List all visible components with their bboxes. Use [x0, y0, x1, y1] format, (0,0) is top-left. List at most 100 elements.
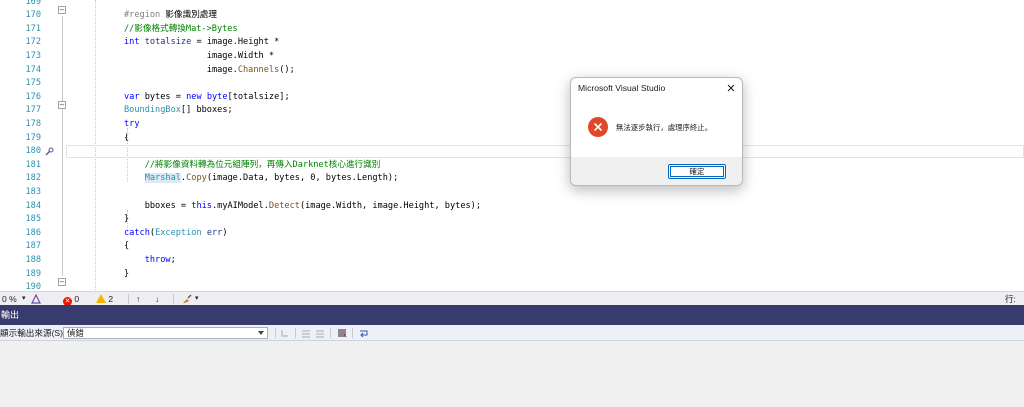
output-text-area[interactable]: [0, 341, 1024, 407]
line-number: 190: [25, 282, 41, 291]
line-number: 189: [25, 268, 41, 279]
code-token: BoundingBox: [124, 105, 181, 116]
line-number: 182: [25, 173, 41, 184]
code-line[interactable]: 170 #region 影像識別處理: [0, 9, 1024, 23]
line-number: 188: [25, 254, 41, 265]
outline-rail-region: [62, 16, 63, 276]
line-number: 172: [25, 37, 41, 48]
quick-action-icon[interactable]: [44, 147, 54, 157]
code-line[interactable]: 190: [0, 281, 1024, 291]
code-token: Channels: [237, 64, 280, 75]
code-token: #region: [124, 10, 166, 21]
code-line[interactable]: 189}: [0, 268, 1024, 282]
line-number: 171: [25, 23, 41, 34]
code-line[interactable]: 177 BoundingBox[] bboxes;: [0, 104, 1024, 118]
zoom-dropdown-icon[interactable]: ▾: [22, 293, 26, 305]
code-text: image.Channels();: [124, 64, 295, 78]
previous-issue-arrow-icon[interactable]: ↑: [136, 293, 140, 305]
line-number: 175: [25, 78, 41, 89]
code-token: .myAIModel.: [211, 200, 269, 211]
output-panel-title: 輸出: [1, 310, 20, 320]
code-line[interactable]: 173 image.Width *: [0, 50, 1024, 64]
code-token: (image.Width, image.Height, bytes);: [299, 200, 482, 211]
code-line[interactable]: 172 int totalsize = image.Height *: [0, 36, 1024, 50]
code-text: //影像格式轉換Mat->Bytes: [124, 23, 238, 37]
code-line[interactable]: 188 throw;: [0, 254, 1024, 268]
next-message-icon[interactable]: [315, 328, 325, 338]
code-token: }: [124, 268, 130, 279]
editor-status-bar: 0 % ▾ ✕ 0 2 ↑ ↓ ▾ 行: 18: [0, 291, 1024, 316]
code-line[interactable]: 169: [0, 0, 1024, 9]
code-token: byte: [206, 91, 228, 102]
line-number: 169: [25, 0, 41, 7]
toolbar-separator: [295, 328, 296, 338]
code-token: new: [186, 91, 202, 102]
toolbar-separator: [352, 328, 353, 338]
code-text: int totalsize = image.Height *: [124, 36, 279, 50]
zoom-level[interactable]: 0 %: [2, 293, 17, 305]
code-line[interactable]: 181 //將影像資料轉為位元組陣列，再傳入Darknet核心進行識別: [0, 159, 1024, 173]
code-token: ();: [279, 64, 295, 75]
code-token: totalsize: [144, 37, 192, 48]
code-line[interactable]: 179{: [0, 132, 1024, 146]
status-separator: [128, 294, 129, 304]
code-line[interactable]: 174 image.Channels();: [0, 64, 1024, 78]
previous-message-icon[interactable]: [301, 328, 311, 338]
code-line[interactable]: 185}: [0, 213, 1024, 227]
collapse-region2-toggle[interactable]: −: [58, 278, 66, 286]
warning-count[interactable]: 2: [96, 293, 113, 305]
warning-count-value: 2: [108, 294, 114, 304]
code-token: [] bboxes;: [180, 105, 233, 116]
ok-button[interactable]: 確定: [668, 164, 726, 179]
code-editor[interactable]: 169 170 #region 影像識別處理 171 //影像格式轉換Mat->Byte…: [0, 0, 1024, 291]
code-text: throw;: [124, 254, 176, 268]
collapse-region-toggle[interactable]: −: [58, 6, 66, 14]
code-text: BoundingBox[] bboxes;: [124, 104, 233, 118]
line-number: 177: [25, 105, 41, 116]
code-line[interactable]: 178 try: [0, 118, 1024, 132]
output-source-value: 偵錯: [67, 328, 84, 338]
code-line[interactable]: 182 Marshal.Copy(image.Data, bytes, 0, b…: [0, 172, 1024, 186]
line-number: 181: [25, 159, 41, 170]
code-token: err: [206, 227, 223, 238]
dialog-message: 無法逐步執行，處理序終止。: [616, 123, 713, 132]
code-line[interactable]: 186 catch(Exception err): [0, 227, 1024, 241]
word-wrap-icon[interactable]: [359, 328, 369, 338]
collapse-try-toggle[interactable]: −: [58, 101, 66, 109]
dialog-titlebar[interactable]: Microsoft Visual Studio: [571, 78, 742, 100]
find-message-icon[interactable]: [280, 328, 290, 338]
code-token: = image.Height *: [191, 37, 280, 48]
warning-icon: [96, 294, 106, 303]
code-line[interactable]: 175: [0, 77, 1024, 91]
code-line[interactable]: 171 //影像格式轉換Mat->Bytes: [0, 23, 1024, 37]
health-indicator-icon[interactable]: [31, 294, 41, 304]
code-line[interactable]: 187 {: [0, 240, 1024, 254]
indent-guide: [127, 210, 128, 232]
code-token: int: [124, 37, 140, 48]
current-line-highlight: [66, 145, 1024, 158]
error-count-value: 0: [74, 294, 80, 304]
error-dialog: Microsoft Visual Studio 無法逐步執行，處理序終止。 確定: [570, 77, 743, 186]
cleanup-dropdown-icon[interactable]: ▾: [195, 293, 199, 305]
line-number: 187: [25, 241, 41, 252]
code-token: Marshal: [144, 173, 181, 184]
code-text: {: [124, 240, 129, 254]
next-issue-arrow-icon[interactable]: ↓: [155, 293, 159, 305]
code-token: ;: [170, 254, 176, 265]
line-number: 183: [25, 186, 41, 197]
code-line[interactable]: 176 var bytes = new byte[totalsize];: [0, 91, 1024, 105]
code-cleanup-brush-icon[interactable]: [182, 294, 193, 304]
line-number: 186: [25, 227, 41, 238]
code-token: this: [191, 200, 212, 211]
output-source-select[interactable]: 偵錯: [63, 327, 268, 339]
clear-all-icon[interactable]: [337, 328, 347, 338]
output-panel-header[interactable]: 輸出: [0, 305, 1024, 325]
code-token: (image.Data, bytes, 0, bytes.Length);: [206, 173, 399, 184]
line-number: 174: [25, 64, 41, 75]
code-token: image.Width *: [124, 50, 275, 61]
code-line[interactable]: 184 bboxes = this.myAIModel.Detect(image…: [0, 200, 1024, 214]
close-icon[interactable]: [725, 82, 737, 94]
code-line[interactable]: 183: [0, 186, 1024, 200]
toolbar-separator: [330, 328, 331, 338]
